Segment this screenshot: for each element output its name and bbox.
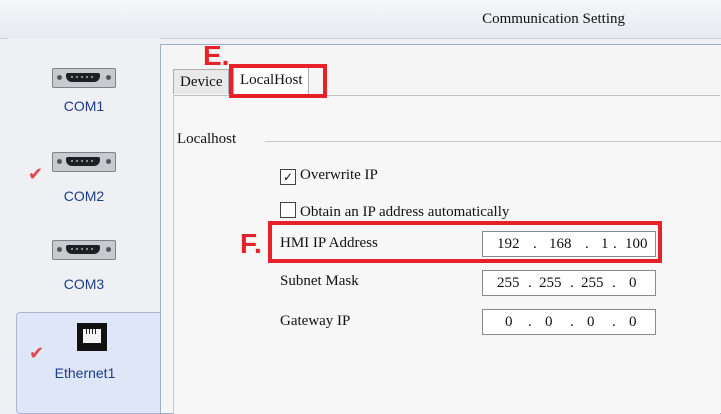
subnet-mask-label: Subnet Mask <box>280 273 359 289</box>
serial-port-icon <box>52 240 116 260</box>
sidebar-item-label: COM3 <box>63 276 105 292</box>
auto-ip-checkbox[interactable] <box>280 202 296 218</box>
ip-octet: 255 <box>497 275 520 291</box>
serial-port-icon <box>52 152 116 172</box>
ip-dot: . <box>612 275 616 291</box>
sidebar-item-ethernet1[interactable]: ✔ Ethernet1 <box>16 312 168 414</box>
ip-octet: 255 <box>581 275 604 291</box>
tab-device[interactable]: Device <box>173 69 230 94</box>
auto-ip-label: Obtain an IP address automatically <box>300 204 510 220</box>
port-sidebar: COM1 ✔ COM2 COM3 ✔ Ethernet1 <box>8 38 168 414</box>
sidebar-item-com2[interactable]: ✔ COM2 <box>8 142 160 220</box>
check-mark-icon: ✔ <box>28 164 44 185</box>
annotation-f-highlight <box>268 221 662 263</box>
subnet-mask-input[interactable]: 255 . 255 . 255 . 0 <box>482 270 656 296</box>
overwrite-ip-option[interactable]: ✓ Overwrite IP <box>280 167 378 185</box>
group-divider <box>265 141 721 142</box>
sidebar-item-label: Ethernet1 <box>54 365 116 381</box>
gateway-ip-input[interactable]: 0 . 0 . 0 . 0 <box>482 309 656 335</box>
ip-octet: 0 <box>587 314 595 330</box>
sidebar-item-com3[interactable]: COM3 <box>8 230 160 308</box>
check-mark-icon: ✔ <box>29 343 45 364</box>
ip-octet: 0 <box>629 275 637 291</box>
sidebar-item-com1[interactable]: COM1 <box>8 56 160 134</box>
annotation-e-highlight <box>229 64 327 98</box>
ip-dot: . <box>528 275 532 291</box>
ip-dot: . <box>570 275 574 291</box>
ip-dot: . <box>570 314 574 330</box>
sidebar-item-label: COM1 <box>63 98 105 114</box>
annotation-f-label: F. <box>240 228 262 259</box>
overwrite-ip-label: Overwrite IP <box>300 167 378 183</box>
title-bar: Communication Setting <box>0 0 721 39</box>
ethernet-port-icon <box>77 323 107 351</box>
ip-dot: . <box>528 314 532 330</box>
ip-octet: 255 <box>539 275 562 291</box>
window-title: Communication Setting <box>482 11 625 27</box>
serial-port-icon <box>52 68 116 88</box>
ip-dot: . <box>612 314 616 330</box>
gateway-ip-label: Gateway IP <box>280 313 351 329</box>
ip-octet: 0 <box>545 314 553 330</box>
localhost-group-title: Localhost <box>177 131 237 147</box>
annotation-e-label: E. <box>203 40 230 71</box>
overwrite-ip-checkbox[interactable]: ✓ <box>280 169 296 185</box>
ip-octet: 0 <box>629 314 637 330</box>
auto-ip-option[interactable]: Obtain an IP address automatically <box>280 202 509 221</box>
sidebar-item-label: COM2 <box>63 188 105 204</box>
ip-octet: 0 <box>505 314 513 330</box>
